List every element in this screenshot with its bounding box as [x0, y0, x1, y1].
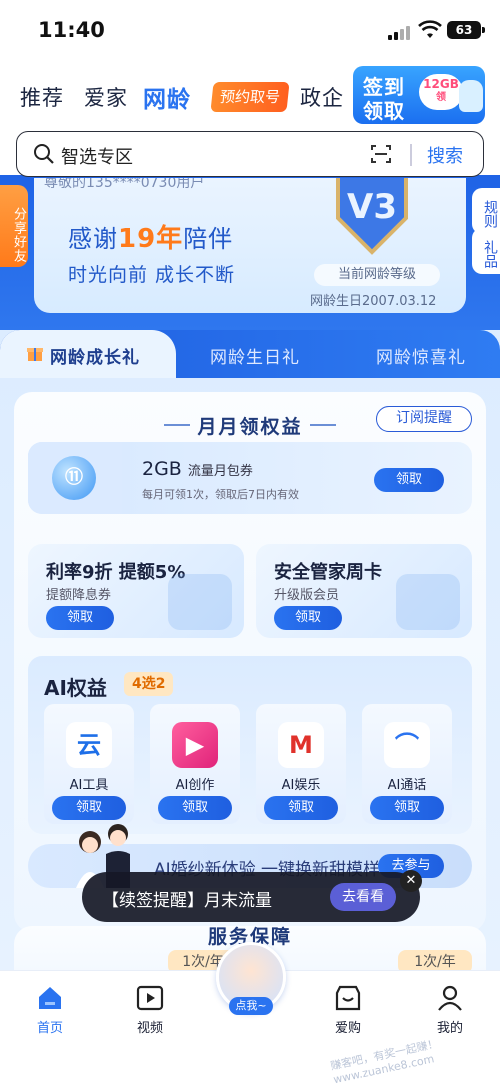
toast-view-button[interactable]: 去看看	[330, 883, 396, 911]
battery-icon: 63	[447, 21, 485, 39]
tab-birthday-gift[interactable]: 网龄生日礼	[210, 343, 300, 368]
subscribe-reminder-button[interactable]: 订阅提醒	[376, 406, 472, 432]
video-icon	[136, 985, 164, 1011]
data-coupon-desc: 每月可领1次，领取后7日内有效	[142, 488, 299, 501]
ai-benefits-box: AI权益 4选2 云 AI工具 领取 ▶ AI创作 领取 M AI娱乐 领取 ⌒…	[28, 656, 472, 834]
signin-bubble: 12GB 领	[419, 74, 463, 110]
years-count: 19年	[118, 224, 184, 254]
nav-video[interactable]: 视频	[120, 981, 180, 1041]
wifi-icon	[418, 20, 442, 38]
ai-create-name: AI创作	[175, 778, 215, 793]
promo-tag[interactable]: 预约取号	[210, 82, 290, 112]
claim-loan-button[interactable]: 领取	[46, 606, 114, 630]
loan-coupon-sub: 提额降息券	[46, 588, 112, 603]
ai-create-card[interactable]: ▶ AI创作 领取	[150, 704, 240, 824]
shop-icon	[335, 985, 361, 1011]
tab-growth-gift[interactable]: 网龄成长礼	[50, 343, 140, 368]
ai-call-icon: ⌒	[384, 722, 430, 768]
nav-home-label: 首页	[36, 1021, 63, 1036]
top-nav: 推荐 爱家 网龄 预约取号 政企 签到 领取 12GB 领	[0, 62, 500, 128]
search-bar[interactable]: 智选专区 搜索	[16, 131, 484, 177]
assistant-avatar[interactable]: 点我~	[216, 942, 286, 1015]
tab-government[interactable]: 政企	[300, 82, 344, 112]
ai-entertain-name: AI娱乐	[281, 778, 321, 793]
app-page: 11:40 63 推荐 爱家 网龄 预约取号 政企 签到 领取 12GB 领 智…	[0, 0, 500, 1083]
claim-data-button[interactable]: 领取	[374, 468, 444, 492]
claim-security-button[interactable]: 领取	[274, 606, 342, 630]
thanks-line: 感谢19年陪伴	[68, 218, 233, 255]
tab-network-age[interactable]: 网龄	[143, 80, 191, 114]
robot-mascot-icon	[459, 80, 483, 112]
tab-recommend[interactable]: 推荐	[20, 82, 64, 112]
search-divider	[410, 144, 412, 166]
claim-ai-call-button[interactable]: 领取	[370, 796, 444, 820]
ai-entertain-icon: M	[278, 722, 324, 768]
data-coin-icon: ⑪	[52, 456, 96, 500]
nav-video-label: 视频	[136, 1021, 163, 1036]
ai-call-card[interactable]: ⌒ AI通话 领取	[362, 704, 452, 824]
ai-call-name: AI通话	[387, 778, 427, 793]
shield-icon	[396, 574, 460, 630]
renewal-toast[interactable]: 【续签提醒】月末流量 去看看 ✕	[82, 870, 422, 922]
signin-bubble-sub: 领	[436, 92, 446, 103]
signal-icon	[388, 24, 410, 40]
data-coupon-icon-box: ⑪	[28, 442, 122, 514]
data-coupon-card: ⑪ 2GB 流量月包券 每月可领1次，领取后7日内有效 领取	[28, 442, 472, 514]
data-coupon-title: 2GB 流量月包券	[142, 458, 253, 480]
nav-home[interactable]: 首页	[20, 981, 80, 1041]
ai-choose-tag: 4选2	[124, 672, 174, 696]
signin-button[interactable]: 签到 领取 12GB 领	[353, 66, 485, 124]
birthday-text: 网龄生日2007.03.12	[310, 294, 437, 309]
benefits-panel: 月月领权益 订阅提醒 ⑪ 2GB 流量月包券 每月可领1次，领取后7日内有效 领…	[14, 392, 486, 932]
ai-tool-name: AI工具	[69, 778, 109, 793]
ai-entertain-card[interactable]: M AI娱乐 领取	[256, 704, 346, 824]
ai-tool-card[interactable]: 云 AI工具 领取	[44, 704, 134, 824]
claim-ai-tool-button[interactable]: 领取	[52, 796, 126, 820]
toast-message: 【续签提醒】月末流量	[102, 891, 272, 911]
level-badge-icon: V3	[336, 178, 408, 255]
search-button[interactable]: 搜索	[427, 142, 463, 168]
ai-create-icon: ▶	[172, 722, 218, 768]
loan-coupon-title: 利率9折 提额5%	[46, 562, 186, 583]
banner-subtitle: 时光向前 成长不断	[68, 264, 236, 286]
signin-line2: 领取	[363, 99, 405, 123]
ai-title: AI权益	[44, 676, 107, 700]
status-time: 11:40	[38, 18, 105, 42]
share-friends-button[interactable]: 分享好友	[0, 185, 28, 267]
tab-surprise-gift[interactable]: 网龄惊喜礼	[376, 343, 466, 368]
thanks-pre: 感谢	[68, 225, 118, 253]
section-tabs: 网龄成长礼 网龄生日礼 网龄惊喜礼	[0, 330, 500, 378]
nav-shop-label: 爱购	[334, 1021, 361, 1036]
profile-icon	[438, 985, 462, 1011]
loan-coupon-card: 利率9折 提额5% 提额降息券 领取	[28, 544, 244, 638]
scan-icon[interactable]	[370, 143, 392, 165]
coins-icon	[168, 574, 232, 630]
greeting-text: 尊敬的135****0730用户	[44, 178, 205, 191]
status-bar: 11:40 63	[0, 0, 500, 60]
data-coupon-gb: 2GB	[142, 458, 182, 480]
gift-icon	[27, 348, 43, 361]
search-input[interactable]: 智选专区	[61, 143, 133, 169]
claim-ai-create-button[interactable]: 领取	[158, 796, 232, 820]
signin-bubble-gb: 12GB	[423, 77, 459, 91]
level-text: V3	[347, 187, 397, 227]
nav-shop[interactable]: 爱购	[318, 981, 378, 1041]
data-coupon-unit: 流量月包券	[187, 464, 253, 479]
network-age-banner: 尊敬的135****0730用户 感谢19年陪伴 时光向前 成长不断 V3 当前…	[34, 178, 466, 313]
level-label: 当前网龄等级	[314, 264, 440, 286]
assistant-tip: 点我~	[229, 997, 273, 1015]
thanks-post: 陪伴	[183, 225, 234, 253]
claim-ai-entertain-button[interactable]: 领取	[264, 796, 338, 820]
gift-button[interactable]: 礼品	[472, 228, 500, 274]
security-card-sub: 升级版会员	[274, 588, 340, 603]
security-card-title: 安全管家周卡	[274, 562, 382, 583]
security-card: 安全管家周卡 升级版会员 领取	[256, 544, 472, 638]
search-icon	[34, 144, 54, 164]
close-icon[interactable]: ✕	[400, 870, 422, 892]
home-icon	[39, 987, 61, 1009]
tab-home[interactable]: 爱家	[84, 82, 128, 112]
ai-tool-icon: 云	[66, 722, 112, 768]
